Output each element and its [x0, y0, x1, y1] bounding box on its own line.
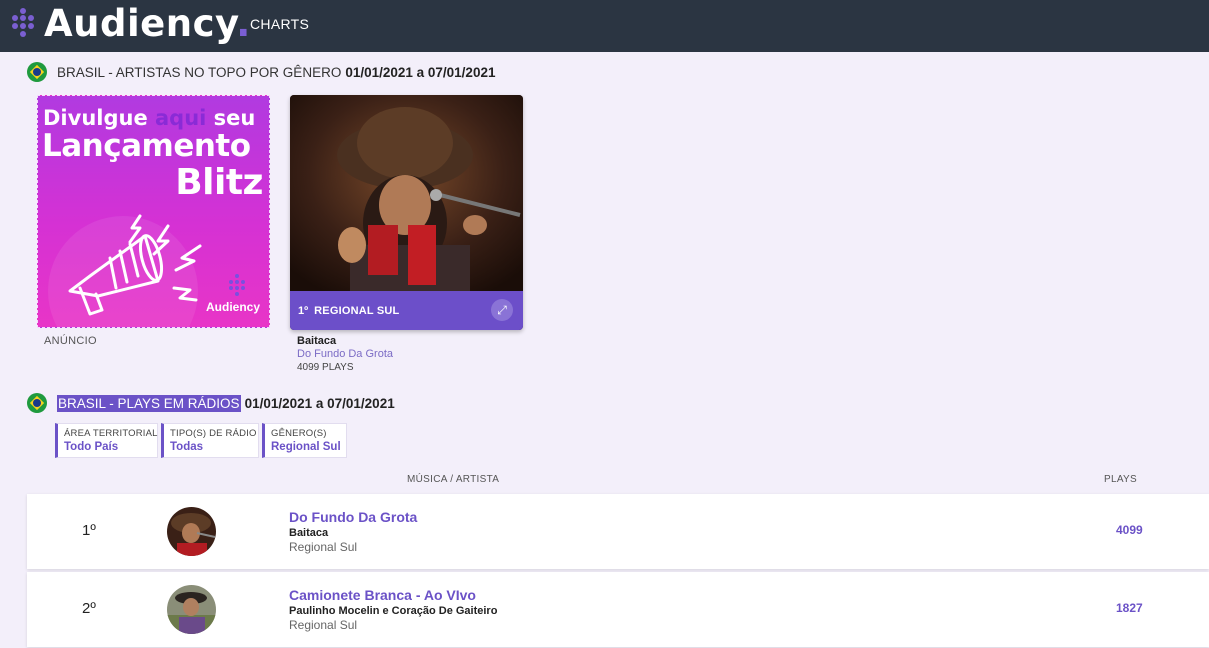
filter-label: ÁREA TERRITORIAL — [64, 428, 158, 439]
row-genre: Regional Sul — [289, 618, 358, 632]
ad-banner[interactable]: Divulgue aqui seu Lançamento Blitz Audie… — [37, 95, 270, 328]
column-header-song-artist: MÚSICA / ARTISTA — [407, 474, 500, 485]
brazil-flag-icon — [27, 62, 47, 82]
filter-genre[interactable]: GÊNERO(S) Regional Sul — [262, 423, 347, 458]
section-title-text: BRASIL - PLAYS EM RÁDIOS — [57, 394, 241, 412]
filter-value: Todas — [170, 441, 204, 453]
top-artist-card[interactable]: 1º REGIONAL SUL ⤢ — [290, 95, 523, 330]
section-title-top-artists: BRASIL - ARTISTAS NO TOPO POR GÊNERO 01/… — [27, 61, 495, 83]
megaphone-icon — [68, 214, 202, 316]
row-genre: Regional Sul — [289, 540, 358, 554]
audiency-logo-icon — [229, 274, 245, 296]
artist-avatar[interactable] — [167, 507, 216, 556]
ad-headline-line2: Lançamento — [42, 128, 251, 164]
row-plays: 4099 — [1116, 523, 1143, 537]
logo-dots-icon[interactable] — [9, 8, 37, 38]
section-title-radio-plays: BRASIL - PLAYS EM RÁDIOS 01/01/2021 a 07… — [27, 392, 395, 414]
artist-avatar[interactable] — [167, 585, 216, 634]
row-song-title[interactable]: Camionete Branca - Ao VIvo — [289, 587, 476, 603]
ad-headline-line3: Blitz — [175, 162, 263, 203]
row-position: 1º — [82, 522, 96, 539]
top-artist-name[interactable]: Baitaca — [297, 335, 336, 347]
ad-caption: ANÚNCIO — [44, 335, 97, 347]
row-plays: 1827 — [1116, 601, 1143, 615]
section-title-text: BRASIL - ARTISTAS NO TOPO POR GÊNERO — [57, 64, 342, 80]
row-song-title[interactable]: Do Fundo Da Grota — [289, 509, 417, 525]
top-artist-song[interactable]: Do Fundo Da Grota — [297, 348, 393, 360]
ad-text: Divulgue — [43, 106, 156, 130]
top-artist-plays: 4099 PLAYS — [297, 362, 354, 373]
ad-text-highlight: aqui — [155, 106, 207, 130]
filter-value: Todo País — [64, 441, 119, 453]
nav-charts-link[interactable]: CHARTS — [250, 16, 309, 32]
artist-card-genre: REGIONAL SUL — [314, 304, 400, 317]
artist-photo — [290, 95, 523, 291]
filter-label: TIPO(S) DE RÁDIO — [170, 428, 257, 439]
top-navigation-bar: Audiency. CHARTS — [0, 0, 1209, 52]
filter-value: Regional Sul — [271, 441, 341, 453]
filter-territorial-area[interactable]: ÁREA TERRITORIAL Todo País — [55, 423, 158, 458]
logo[interactable]: Audiency. — [44, 2, 251, 46]
ad-headline-line1: Divulgue aqui seu — [43, 106, 255, 130]
logo-wordmark: Audiency — [44, 2, 237, 45]
ad-brand-name: Audiency — [206, 300, 261, 314]
artist-card-band: 1º REGIONAL SUL ⤢ — [290, 291, 523, 330]
expand-icon[interactable]: ⤢ — [491, 299, 513, 321]
ad-text: seu — [206, 106, 256, 130]
filter-radio-type[interactable]: TIPO(S) DE RÁDIO Todas — [161, 423, 259, 458]
row-position: 2º — [82, 600, 96, 617]
brazil-flag-icon — [27, 393, 47, 413]
row-artist-name[interactable]: Paulinho Mocelin e Coração De Gaiteiro — [289, 605, 497, 617]
table-row[interactable]: 2º Camionete Branca - Ao VIvo Paulinho M… — [27, 572, 1209, 647]
column-header-plays: PLAYS — [1104, 474, 1137, 485]
section-dates: 01/01/2021 a 07/01/2021 — [244, 395, 395, 411]
logo-dot: . — [236, 2, 251, 45]
filter-label: GÊNERO(S) — [271, 428, 327, 439]
artist-card-rank: 1º — [298, 304, 309, 317]
row-artist-name[interactable]: Baitaca — [289, 527, 328, 539]
section-dates: 01/01/2021 a 07/01/2021 — [345, 64, 496, 80]
table-row[interactable]: 1º Do Fundo Da Grota Baitaca Regional Su… — [27, 494, 1209, 569]
